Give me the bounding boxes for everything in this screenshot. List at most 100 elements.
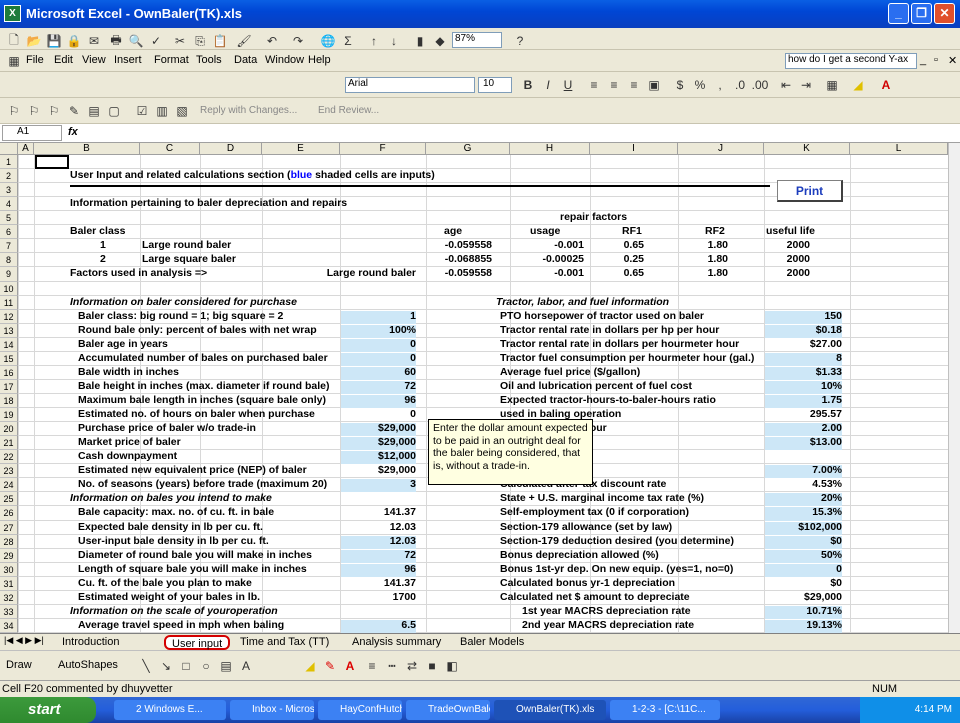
input-value[interactable]: 3 [341, 479, 416, 493]
wordart-icon[interactable]: A [236, 656, 256, 676]
tractor-value[interactable]: 19.13% [765, 619, 842, 633]
input-value[interactable]: 100% [341, 324, 416, 338]
column-header[interactable]: L [850, 143, 948, 155]
fx-icon[interactable]: fx [68, 126, 78, 138]
font-color-icon[interactable]: A [876, 75, 896, 95]
percent-icon[interactable]: % [690, 75, 710, 95]
input-value[interactable]: 96 [341, 394, 416, 409]
help-icon[interactable]: ? [510, 31, 530, 51]
input-value[interactable]: $12,000 [341, 451, 416, 465]
row-header[interactable]: 29 [0, 548, 18, 563]
menu-view[interactable]: View [82, 54, 106, 66]
start-button[interactable]: start [0, 697, 96, 723]
tractor-value[interactable]: $13.00 [765, 437, 842, 451]
bold-button[interactable]: B [518, 75, 538, 95]
row-header[interactable]: 28 [0, 534, 18, 549]
tractor-value[interactable]: 7.00% [765, 465, 842, 479]
row-header[interactable]: 10 [0, 281, 18, 296]
doc-close-icon[interactable]: ✕ [948, 54, 957, 67]
column-header[interactable]: D [200, 143, 262, 155]
taskbar-item-windows-explorer[interactable]: 2 Windows E... [114, 700, 226, 720]
tractor-value[interactable]: 4.53% [765, 479, 842, 492]
column-header[interactable]: G [426, 143, 510, 155]
textbox-icon[interactable]: ▤ [216, 656, 236, 676]
input-value[interactable]: 1700 [341, 591, 416, 605]
tractor-value[interactable]: 1.75 [765, 394, 842, 409]
column-header[interactable]: I [590, 143, 678, 155]
line-color-icon[interactable]: ✎ [320, 656, 340, 676]
tab-baler-models[interactable]: Baler Models [454, 635, 530, 650]
row-header[interactable]: 25 [0, 492, 18, 507]
menu-tools[interactable]: Tools [196, 54, 222, 66]
input-value[interactable]: 72 [341, 549, 416, 563]
line-icon[interactable]: ╲ [136, 656, 156, 676]
row-header[interactable]: 14 [0, 337, 18, 352]
row-header[interactable]: 1 [0, 155, 18, 170]
tractor-value[interactable]: 50% [765, 549, 842, 563]
arrow-icon[interactable]: ↘ [156, 656, 176, 676]
row-header[interactable]: 16 [0, 365, 18, 380]
active-cell-a1[interactable] [35, 155, 69, 170]
input-value[interactable]: 60 [341, 366, 416, 380]
tractor-value[interactable]: 295.57 [765, 409, 842, 422]
sort-ascending-icon[interactable]: ↑ [364, 31, 384, 51]
column-header[interactable]: C [140, 143, 200, 155]
permission-icon[interactable]: 🔒 [64, 31, 84, 51]
tractor-value[interactable]: 10.71% [765, 605, 842, 619]
row-header[interactable]: 24 [0, 478, 18, 493]
column-header[interactable]: E [262, 143, 340, 155]
input-value[interactable]: 141.37 [341, 577, 416, 591]
tab-analysis-summary[interactable]: Analysis summary [346, 635, 447, 650]
oval-icon[interactable]: ○ [196, 656, 216, 676]
minimize-button[interactable]: _ [888, 3, 909, 24]
font-name-select[interactable]: Arial [345, 77, 475, 93]
input-value[interactable]: $29,000 [341, 437, 416, 451]
tractor-value[interactable]: $102,000 [765, 521, 842, 535]
reviewing-icon-8[interactable]: ▥ [152, 101, 172, 121]
new-icon[interactable]: 🗋 [4, 31, 24, 51]
row-header[interactable]: 5 [0, 211, 18, 226]
sort-descending-icon[interactable]: ↓ [384, 31, 404, 51]
taskbar-item-hayconf[interactable]: HayConfHutch... [318, 700, 402, 720]
row-header[interactable]: 23 [0, 464, 18, 479]
end-review[interactable]: End Review... [318, 105, 379, 116]
doc-minimize-icon[interactable]: _ [920, 54, 926, 66]
column-header[interactable]: A [18, 143, 34, 155]
column-header[interactable]: K [764, 143, 850, 155]
row-header[interactable]: 15 [0, 351, 18, 366]
fill-color-draw-icon[interactable]: ◢ [300, 656, 320, 676]
row-header[interactable]: 22 [0, 450, 18, 465]
row-header[interactable]: 32 [0, 590, 18, 605]
reviewing-icon-9[interactable]: ▧ [172, 101, 192, 121]
paste-icon[interactable]: 📋 [210, 31, 230, 51]
row-header[interactable]: 27 [0, 520, 18, 535]
tractor-value[interactable]: 8 [765, 352, 842, 366]
decrease-indent-icon[interactable]: ⇤ [776, 75, 796, 95]
reviewing-icon-1[interactable]: ⚐ [4, 101, 24, 121]
autosum-icon[interactable]: Σ [338, 31, 358, 51]
row-header[interactable]: 9 [0, 267, 18, 282]
menu-insert[interactable]: Insert [114, 54, 142, 66]
hyperlink-icon[interactable]: 🌐 [318, 31, 338, 51]
tractor-value[interactable]: 20% [765, 493, 842, 507]
menu-edit[interactable]: Edit [54, 54, 73, 66]
row-header[interactable]: 4 [0, 197, 18, 212]
reply-with-changes[interactable]: Reply with Changes... [200, 105, 297, 116]
zoom-select[interactable]: 87% [452, 32, 502, 48]
row-header[interactable]: 13 [0, 323, 18, 338]
tractor-value[interactable]: $0.18 [765, 324, 842, 338]
tractor-value[interactable]: $27.00 [765, 338, 842, 352]
borders-icon[interactable]: ▦ [822, 75, 842, 95]
row-header[interactable]: 11 [0, 295, 18, 310]
print-icon[interactable]: 🖶 [106, 31, 126, 51]
maximize-button[interactable]: ❐ [911, 3, 932, 24]
tractor-value[interactable]: $0 [765, 577, 842, 591]
open-icon[interactable]: 📂 [24, 31, 44, 51]
taskbar-item-lotus[interactable]: 1-2-3 - [C:\11C... [610, 700, 720, 720]
draw-menu[interactable]: Draw [6, 659, 32, 671]
chart-wizard-icon[interactable]: ▮ [410, 31, 430, 51]
font-color-draw-icon[interactable]: A [340, 656, 360, 676]
increase-decimal-icon[interactable]: .0 [730, 75, 750, 95]
comma-icon[interactable]: , [710, 75, 730, 95]
input-value[interactable]: 0 [341, 409, 416, 422]
